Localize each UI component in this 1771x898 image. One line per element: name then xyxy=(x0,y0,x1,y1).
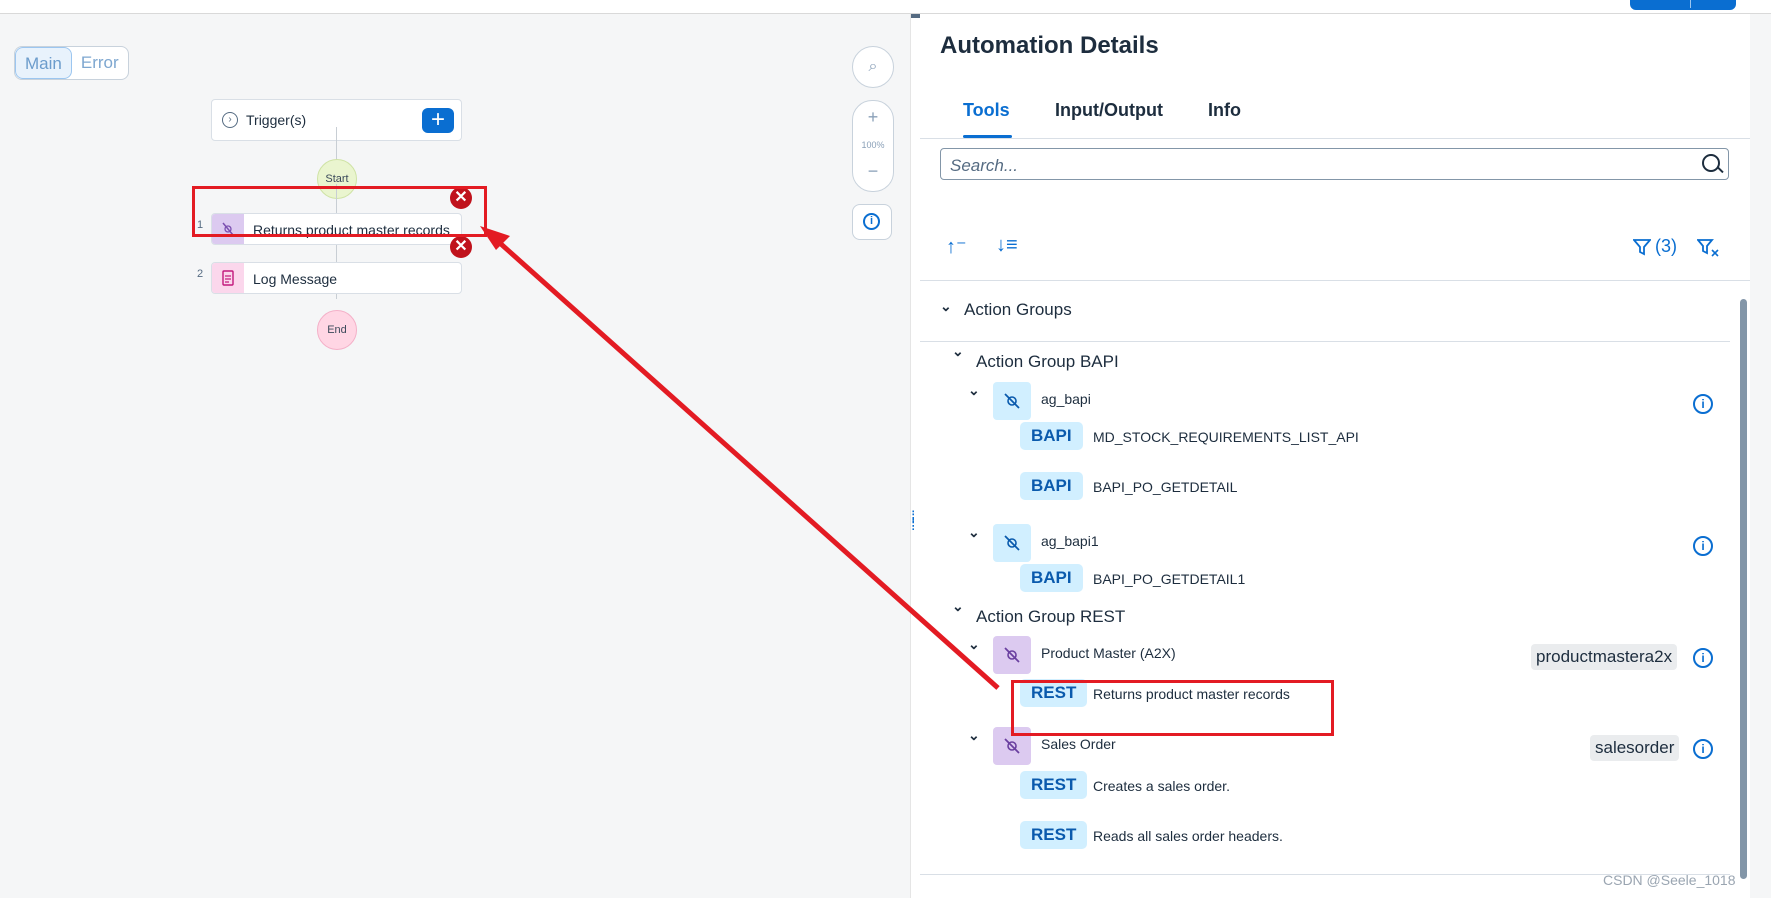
chevron-right-circle-icon: › xyxy=(222,112,238,128)
sort-ascending-icon[interactable]: ↑⁻ xyxy=(946,234,967,259)
zoom-out-button[interactable]: − xyxy=(853,161,893,182)
action-type-badge: BAPI xyxy=(1020,564,1083,592)
panel-title: Automation Details xyxy=(940,32,1159,59)
action-type-badge: BAPI xyxy=(1020,422,1083,450)
action-group-name[interactable]: ag_bapi xyxy=(1041,391,1091,407)
step-label: Log Message xyxy=(253,271,338,287)
drag-handle-icon[interactable]: ⁞ ⁞ xyxy=(911,510,915,534)
connector-icon xyxy=(993,636,1031,674)
annotation-highlight-step xyxy=(192,186,487,237)
action-group-name[interactable]: Product Master (A2X) xyxy=(1041,645,1176,661)
trigger-label: Trigger(s) xyxy=(246,112,307,128)
tab-info[interactable]: Info xyxy=(1208,100,1241,121)
clipboard-icon xyxy=(212,263,244,293)
section-title[interactable]: Action Groups xyxy=(964,300,1072,320)
api-tag: salesorder xyxy=(1590,735,1680,761)
segment-main[interactable]: Main xyxy=(15,47,72,79)
process-canvas: Main Error › Trigger(s) + Start 1 Return… xyxy=(0,14,910,898)
chevron-down-icon[interactable]: ⌄ xyxy=(968,382,980,399)
vertical-scrollbar[interactable] xyxy=(1737,281,1749,898)
clear-filter-icon[interactable] xyxy=(1697,238,1719,258)
filter-count[interactable]: (3) xyxy=(1655,236,1677,257)
step-number: 2 xyxy=(197,268,204,280)
active-tab-indicator xyxy=(963,135,1012,138)
action-name[interactable]: MD_STOCK_REQUIREMENTS_LIST_API xyxy=(1093,429,1359,445)
segment-error[interactable]: Error xyxy=(72,47,128,79)
group-title[interactable]: Action Group REST xyxy=(976,607,1125,627)
annotation-highlight-action xyxy=(1011,680,1334,736)
action-group-tree: ⌄ Action Groups ⌄ Action Group BAPI ⌄ ag… xyxy=(920,281,1730,898)
chevron-down-icon[interactable]: ⌄ xyxy=(968,727,980,744)
action-group-name[interactable]: ag_bapi1 xyxy=(1041,533,1099,549)
connector-icon xyxy=(993,524,1031,562)
search-icon[interactable] xyxy=(1702,154,1720,172)
info-button[interactable]: i xyxy=(852,204,892,240)
automation-details-panel: Automation Details Tools Input/Output In… xyxy=(920,14,1750,898)
main-error-segmented-control: Main Error xyxy=(14,46,129,80)
add-trigger-button[interactable]: + xyxy=(422,108,454,133)
error-icon[interactable]: ✕ xyxy=(450,236,472,258)
action-name[interactable]: Reads all sales order headers. xyxy=(1093,828,1283,844)
chevron-down-icon[interactable]: ⌄ xyxy=(952,343,964,360)
watermark: CSDN @Seele_1018 xyxy=(1603,872,1736,888)
scrollbar-thumb[interactable] xyxy=(1740,299,1747,879)
tab-input-output[interactable]: Input/Output xyxy=(1055,100,1163,121)
info-icon[interactable]: i xyxy=(1693,536,1713,556)
search-placeholder: Search... xyxy=(950,156,1019,175)
connector-icon xyxy=(993,382,1031,420)
action-group-name[interactable]: Sales Order xyxy=(1041,736,1116,752)
tab-bar: Tools Input/Output Info xyxy=(920,84,1750,139)
splitter-top xyxy=(911,14,920,18)
chevron-down-icon[interactable]: ⌄ xyxy=(952,598,964,615)
info-icon[interactable]: i xyxy=(1693,648,1713,668)
end-node: End xyxy=(317,310,357,350)
zoom-control: + 100% − xyxy=(852,100,894,192)
info-icon[interactable]: i xyxy=(1693,394,1713,414)
chevron-down-icon[interactable]: ⌄ xyxy=(968,524,980,541)
zoom-level[interactable]: 100% xyxy=(853,140,893,150)
search-input[interactable]: Search... xyxy=(940,148,1729,180)
divider xyxy=(920,341,1730,342)
group-title[interactable]: Action Group BAPI xyxy=(976,352,1119,372)
primary-button-divider xyxy=(1690,0,1691,8)
chevron-down-icon[interactable]: ⌄ xyxy=(968,636,980,653)
action-type-badge: BAPI xyxy=(1020,472,1083,500)
action-type-badge: REST xyxy=(1020,771,1088,799)
connector-line xyxy=(336,127,337,160)
list-toolbar: ↑⁻ ↓≡ (3) xyxy=(920,234,1750,281)
action-name[interactable]: BAPI_PO_GETDETAIL xyxy=(1093,479,1237,495)
search-icon[interactable]: ⌕ xyxy=(852,46,894,88)
tab-tools[interactable]: Tools xyxy=(963,100,1010,121)
filter-icon[interactable] xyxy=(1633,238,1651,256)
sort-list-icon[interactable]: ↓≡ xyxy=(996,234,1018,257)
zoom-in-button[interactable]: + xyxy=(853,107,893,128)
action-name[interactable]: Creates a sales order. xyxy=(1093,778,1230,794)
api-tag: productmastera2x xyxy=(1531,644,1678,670)
info-icon: i xyxy=(863,213,880,230)
action-name[interactable]: BAPI_PO_GETDETAIL1 xyxy=(1093,571,1245,587)
primary-button-partial[interactable] xyxy=(1630,0,1736,10)
panel-splitter[interactable]: ⁞ ⁞ xyxy=(910,14,920,898)
top-bar xyxy=(0,0,1771,14)
info-icon[interactable]: i xyxy=(1693,739,1713,759)
step-node-log-message[interactable]: Log Message xyxy=(211,262,462,294)
action-type-badge: REST xyxy=(1020,821,1088,849)
chevron-down-icon[interactable]: ⌄ xyxy=(940,298,952,315)
